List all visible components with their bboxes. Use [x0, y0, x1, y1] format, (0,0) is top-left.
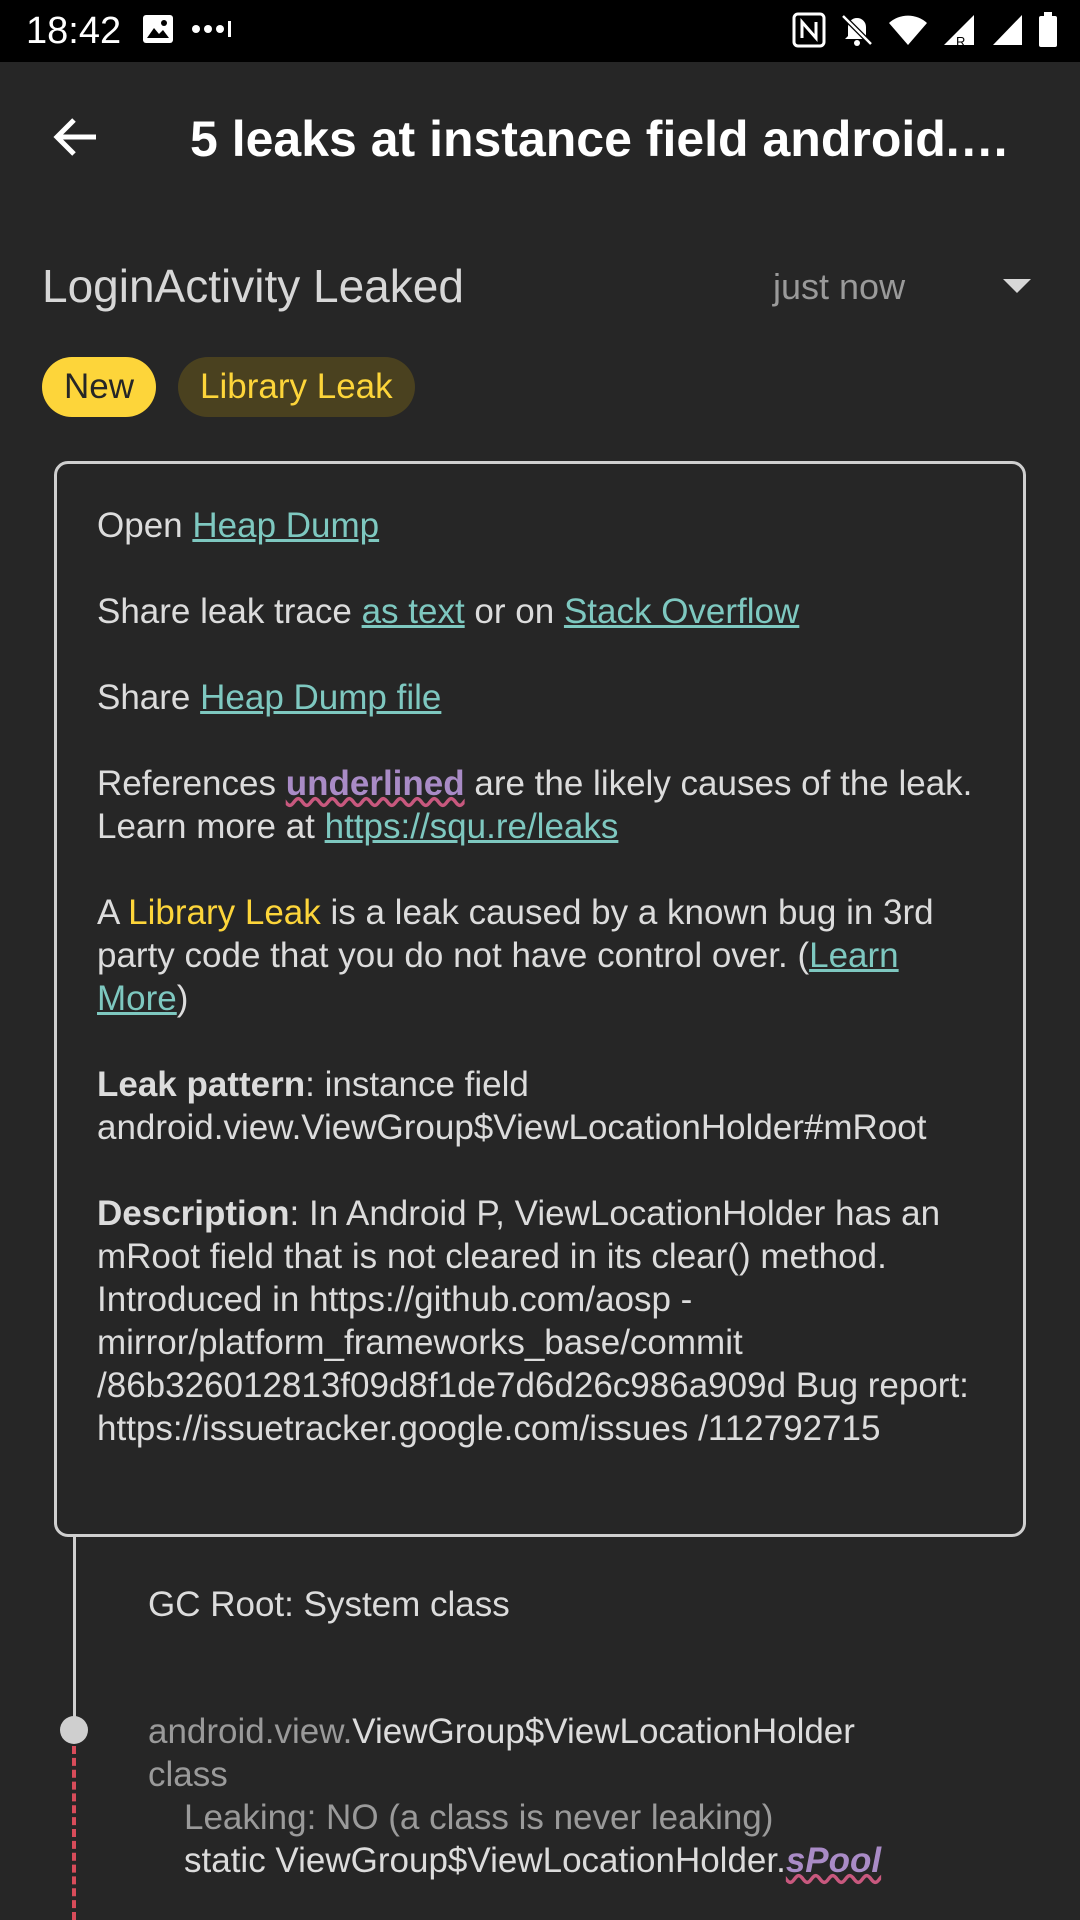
- references-line: References underlined are the likely cau…: [97, 764, 973, 846]
- status-time: 18:42: [26, 10, 122, 52]
- description-label: Description: [97, 1194, 290, 1233]
- stack-overflow-link[interactable]: Stack Overflow: [564, 592, 799, 631]
- mute-notifications-icon: [841, 14, 873, 46]
- share-file-line: Share Heap Dump file: [97, 678, 442, 717]
- trace-leak-connector: [72, 1746, 76, 1920]
- library-leak-chip: Library Leak: [178, 357, 415, 417]
- arrow-back-icon: [53, 118, 96, 156]
- dropdown-arrow-icon: [1003, 279, 1031, 293]
- battery-icon: [1039, 12, 1057, 47]
- leak-header: LoginActivity Leaked just now: [0, 250, 1080, 320]
- description-line: Description: In Android P, ViewLocationH…: [97, 1192, 997, 1450]
- node-package: android.view.: [148, 1712, 353, 1751]
- node-leaking-status: Leaking: NO (a class is never leaking): [184, 1798, 774, 1837]
- more-notifications-icon: [192, 21, 231, 37]
- leak-pattern-label: Leak pattern: [97, 1065, 306, 1104]
- leak-info-box: Open Heap Dump Share leak trace as text …: [54, 461, 1026, 1537]
- trace-node[interactable]: android.view.ViewGroup$ViewLocationHolde…: [148, 1710, 1028, 1882]
- chip-group: New Library Leak: [42, 357, 437, 417]
- trace-node-class: android.view.ViewGroup$ViewLocationHolde…: [148, 1710, 1028, 1753]
- open-heap-dump-line: Open Heap Dump: [97, 506, 380, 545]
- nfc-icon: [792, 12, 826, 48]
- image-notification-icon: [143, 15, 173, 43]
- svg-text:R: R: [956, 34, 965, 47]
- status-left-icons: [142, 14, 234, 44]
- signal-roaming-icon: R: [944, 15, 974, 47]
- share-as-text-link[interactable]: as text: [362, 592, 465, 631]
- library-leak-line: A Library Leak is a leak caused by a kno…: [97, 893, 934, 1018]
- heap-dump-link[interactable]: Heap Dump: [192, 506, 379, 545]
- heap-dump-file-link[interactable]: Heap Dump file: [200, 678, 441, 717]
- node-kind: class: [148, 1755, 228, 1794]
- back-button[interactable]: [40, 107, 110, 167]
- gc-root-label: GC Root: System class: [148, 1585, 510, 1624]
- node-reference: static ViewGroup$ViewLocationHolder.sPoo…: [184, 1841, 882, 1880]
- leak-time: just now: [773, 266, 906, 307]
- wifi-icon: [889, 15, 927, 45]
- page-title: 5 leaks at instance field android.…: [190, 111, 1010, 167]
- signal-icon: [993, 15, 1022, 45]
- new-chip: New: [42, 357, 157, 417]
- trace-node-dot: [60, 1716, 88, 1744]
- leak-title: LoginActivity Leaked: [42, 260, 464, 312]
- library-leak-word: Library Leak: [128, 893, 321, 932]
- node-class-name: ViewGroup$ViewLocationHolder: [352, 1712, 855, 1751]
- toolbar: 5 leaks at instance field android.…: [0, 62, 1080, 212]
- leak-info-text: Open Heap Dump Share leak trace as text …: [97, 504, 997, 1450]
- trace-connector-line: [73, 1537, 76, 1730]
- underlined-example: underlined: [285, 764, 465, 803]
- expand-button[interactable]: [1000, 270, 1034, 304]
- learn-more-url-link[interactable]: https://squ.re/leaks: [325, 807, 619, 846]
- status-bar: 18:42 R: [0, 0, 1080, 62]
- leak-pattern-line: Leak pattern: instance field android.vie…: [97, 1063, 997, 1149]
- share-trace-line: Share leak trace as text or on Stack Ove…: [97, 592, 800, 631]
- status-right-icons: R: [778, 12, 1058, 48]
- node-reference-field: sPool: [785, 1841, 882, 1880]
